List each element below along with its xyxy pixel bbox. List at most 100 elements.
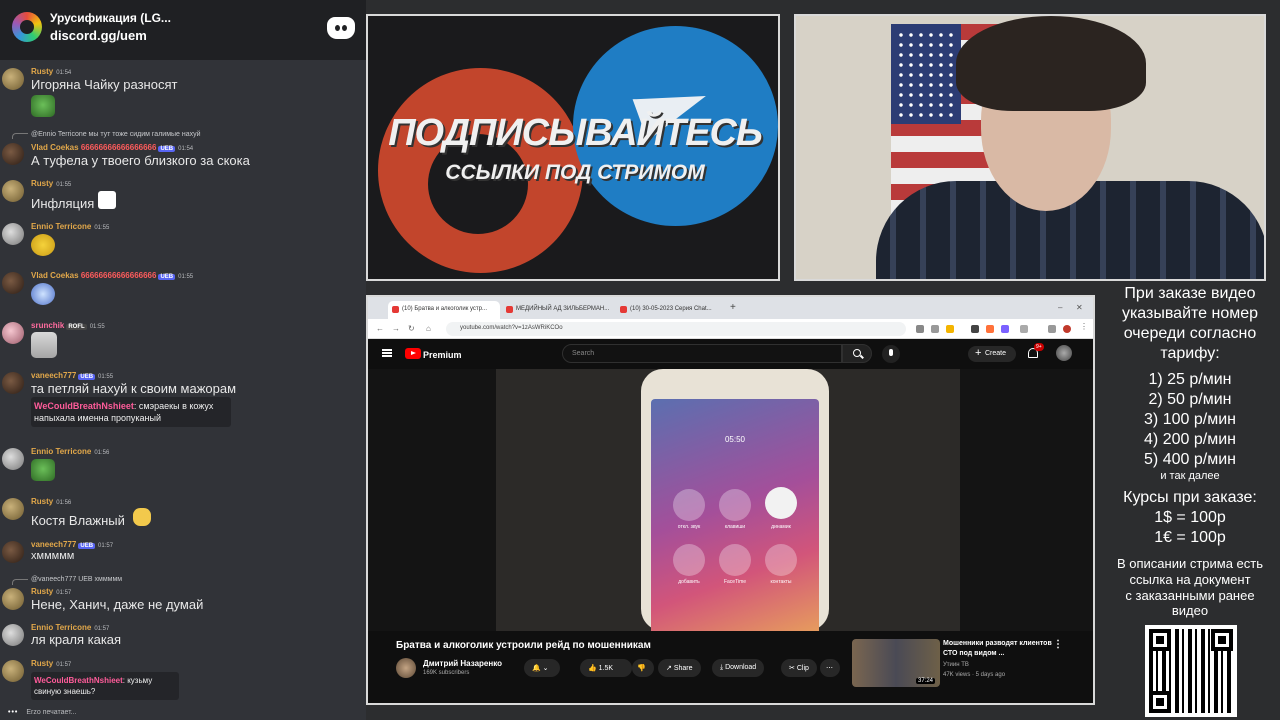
related-video-channel[interactable]: Утиин ТВ	[943, 662, 969, 668]
reply-preview: @vaneech777 UEB хммммм	[31, 576, 123, 583]
role-badge: UEB	[158, 146, 176, 152]
highlight-user: WeCouldBreathNshieet	[34, 401, 134, 411]
username: Ennio Terricone	[31, 222, 92, 231]
like-button[interactable]: 👍 1.5K	[580, 659, 632, 677]
youtube-logo-icon[interactable]	[405, 348, 421, 359]
avatar	[2, 448, 24, 470]
contacts-icon	[765, 544, 797, 576]
username: Rusty	[31, 179, 54, 188]
price-line: 4) 200 р/мин	[1144, 431, 1236, 448]
new-tab-icon[interactable]: +	[730, 302, 736, 313]
server-icon	[12, 12, 42, 42]
browser-window: (10) Братва и алкоголик устр... МЕДИЙНЫЙ…	[366, 295, 1095, 705]
qr-code	[1145, 625, 1237, 717]
related-video-meta: 47K views · 5 days ago	[943, 672, 1006, 678]
chat-header: Урусификация (LG... discord.gg/uem	[0, 0, 366, 60]
browser-tab[interactable]: МЕДИЙНЫЙ АД ЗИЛЬБЕРМАН...	[502, 301, 614, 319]
streamer-hair	[956, 16, 1146, 111]
username: Ennio Terricone	[31, 447, 92, 456]
profile-icon[interactable]	[1063, 325, 1071, 333]
username: Rusty	[31, 67, 54, 76]
more-actions-button[interactable]: ⋯	[820, 659, 840, 677]
role-badge: UEB	[158, 274, 176, 280]
create-button[interactable]: Create	[968, 346, 1016, 362]
timestamp: 01:54	[56, 70, 72, 76]
thumbs-down-icon: 👎	[637, 665, 646, 672]
avatar	[2, 223, 24, 245]
highlight-user: WeCouldBreathNshieet	[34, 676, 123, 685]
tab-strip: (10) Братва и алкоголик устр... МЕДИЙНЫЙ…	[368, 297, 1093, 319]
extension-icon[interactable]	[1001, 325, 1009, 333]
notifications-bell-button[interactable]: 🔔 ⌄	[524, 659, 560, 677]
desc-line: ссылка на документ	[1129, 572, 1251, 587]
typing-indicator: ••• Erzo печатает...	[8, 709, 76, 716]
role-badge: ROFL	[66, 324, 87, 330]
forward-icon[interactable]: →	[392, 324, 400, 333]
extension-icon[interactable]	[1048, 325, 1056, 333]
message-text: Игоряна Чайку разносят	[31, 77, 178, 92]
image-emote-icon	[31, 332, 57, 358]
close-icon[interactable]: ✕	[1076, 303, 1083, 312]
price-line: 5) 400 р/мин	[1144, 451, 1236, 468]
search-button[interactable]	[842, 344, 872, 363]
rate-line: 1$ = 100р	[1154, 509, 1226, 526]
back-icon[interactable]: ←	[376, 324, 384, 333]
speaker-icon	[765, 487, 797, 519]
reload-icon[interactable]: ↻	[408, 324, 415, 333]
avatar	[2, 660, 24, 682]
clip-button[interactable]: ✂ Clip	[781, 659, 817, 677]
reply-preview: @Ennio Terricone мы тут тоже сидим галим…	[31, 131, 201, 138]
message-text: Нене, Ханич, даже не думай	[31, 597, 204, 612]
search-input[interactable]: Search	[562, 344, 842, 363]
extension-icon[interactable]	[986, 325, 994, 333]
discord-logo-icon	[327, 17, 355, 39]
bell-icon: 🔔	[532, 665, 541, 672]
browser-tab[interactable]: (10) Братва и алкоголик устр...	[388, 301, 500, 319]
channel-name[interactable]: Дмитрий Назаренко	[423, 659, 502, 668]
video-frame[interactable]: 05:50 откл. звук клавиши динамик добавит…	[496, 369, 960, 631]
phone-label: откл. звук	[677, 524, 701, 530]
avatar	[2, 272, 24, 294]
browser-tab[interactable]: (10) 30-05-2023 Серия Chat...	[616, 301, 728, 319]
related-video-duration: 37:24	[916, 678, 936, 684]
address-input[interactable]: youtube.com/watch?v=1zAsWRiKCOo	[446, 322, 906, 336]
extension-icon[interactable]	[971, 325, 979, 333]
user-avatar[interactable]	[1056, 345, 1072, 361]
youtube-premium-label: Premium	[423, 350, 462, 360]
timestamp: 01:54	[178, 146, 194, 152]
keypad-icon	[719, 489, 751, 521]
desc-line: видео	[1171, 603, 1209, 618]
share-button[interactable]: ↗ Share	[658, 659, 701, 677]
timestamp: 01:57	[56, 662, 72, 668]
video-info: Братва и алкоголик устроили рейд по моше…	[368, 631, 1093, 703]
mute-icon	[673, 489, 705, 521]
dislike-button[interactable]: 👎	[632, 659, 654, 677]
pepe-emote-icon	[31, 95, 55, 117]
hamburger-menu-icon[interactable]	[382, 349, 392, 351]
avatar	[2, 541, 24, 563]
notification-count-badge: 9+	[1034, 343, 1044, 351]
related-more-icon[interactable]: ⋮	[1053, 639, 1063, 650]
timestamp: 01:56	[94, 450, 110, 456]
highlighted-message: WeCouldBreathNshieet: смэраекы в кожух н…	[31, 397, 231, 427]
message-text: Инфляция	[31, 196, 95, 211]
bookmark-icon[interactable]	[946, 325, 954, 333]
minimize-icon[interactable]: –	[1058, 303, 1062, 312]
address-bar-row: ← → ↻ ⌂ youtube.com/watch?v=1zAsWRiKCOo …	[368, 319, 1093, 339]
related-video-title[interactable]: Мошенники разводят клиентов СТО под видо…	[943, 639, 1053, 659]
channel-avatar[interactable]	[396, 658, 416, 678]
username: srunchik	[31, 321, 65, 330]
username: Rusty	[31, 587, 54, 596]
share-page-icon[interactable]	[931, 325, 939, 333]
microphone-icon[interactable]	[882, 345, 900, 363]
message-text: та петляй нахуй к своим мажорам	[31, 381, 237, 396]
zoom-icon[interactable]	[916, 325, 924, 333]
username: Ennio Terricone	[31, 623, 92, 632]
username: Rusty	[31, 659, 54, 668]
home-icon[interactable]: ⌂	[426, 324, 431, 333]
download-button[interactable]: ⤓ Download	[712, 659, 765, 677]
add-call-icon	[673, 544, 705, 576]
browser-menu-icon[interactable]: ⋮	[1080, 322, 1088, 331]
server-invite-link[interactable]: discord.gg/uem	[50, 28, 147, 43]
extension-icon[interactable]	[1020, 325, 1028, 333]
